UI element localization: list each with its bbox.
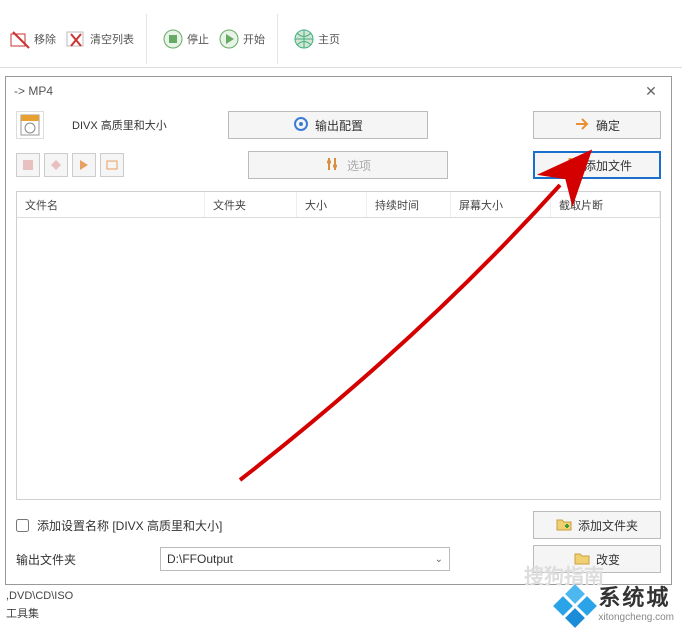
output-folder-label: 输出文件夹 [16,551,86,568]
folder-icon [574,550,590,569]
side-category-labels: ,DVD\CD\ISO 工具集 [6,587,73,623]
confirm-button[interactable]: 确定 [533,111,661,139]
stop-label: 停止 [187,31,209,47]
col-duration[interactable]: 持续时间 [367,192,451,217]
add-file-button[interactable]: 添加文件 [533,151,661,179]
add-setting-label: 添加设置名称 [DIVX 高质里和大小] [37,517,222,534]
file-table: 文件名 文件夹 大小 持续时间 屏幕大小 截取片断 [16,191,661,500]
mini-btn-1[interactable] [16,153,40,177]
profile-file-icon [16,111,44,139]
add-folder-label: 添加文件夹 [578,517,638,534]
profile-label: DIVX 高质里和大小 [72,117,202,133]
options-icon [325,156,341,175]
options-label: 选项 [347,157,371,174]
chevron-down-icon: ⌄ [435,554,443,565]
play-icon [217,27,241,51]
output-folder-value: D:\FFOutput [167,552,233,566]
start-button[interactable]: 开始 [213,23,269,55]
clear-icon [64,27,88,51]
stop-icon [161,27,185,51]
table-header: 文件名 文件夹 大小 持续时间 屏幕大小 截取片断 [17,192,660,218]
options-button[interactable]: 选项 [248,151,448,179]
clear-label: 清空列表 [90,31,134,47]
gear-icon [293,116,309,135]
add-setting-checkbox[interactable] [16,519,29,532]
convert-dialog: -> MP4 ✕ DIVX 高质里和大小 输出配置 确定 [5,76,672,585]
remove-label: 移除 [34,31,56,47]
change-label: 改变 [596,551,620,568]
remove-icon [8,27,32,51]
col-clip[interactable]: 截取片断 [551,192,660,217]
output-config-button[interactable]: 输出配置 [228,111,428,139]
watermark: 搜狗指南 系统城 xitongcheng.com [558,580,674,623]
output-config-label: 输出配置 [315,117,363,134]
watermark-url: xitongcheng.com [598,612,674,623]
plus-icon [562,156,578,175]
home-button[interactable]: 主页 [288,23,344,55]
arrow-right-icon [574,116,590,135]
mini-btn-3[interactable] [72,153,96,177]
change-folder-button[interactable]: 改变 [533,545,661,573]
mini-btn-2[interactable] [44,153,68,177]
add-file-label: 添加文件 [584,157,632,174]
remove-button[interactable]: 移除 [4,23,60,55]
home-label: 主页 [318,31,340,47]
close-button[interactable]: ✕ [639,79,663,103]
col-filename[interactable]: 文件名 [17,192,205,217]
clear-list-button[interactable]: 清空列表 [60,23,138,55]
watermark-logo-icon [558,589,592,623]
dialog-title: -> MP4 [14,84,53,98]
confirm-label: 确定 [596,117,620,134]
folder-plus-icon [556,516,572,535]
start-label: 开始 [243,31,265,47]
globe-icon [292,27,316,51]
col-screen[interactable]: 屏幕大小 [451,192,551,217]
col-folder[interactable]: 文件夹 [205,192,297,217]
add-folder-button[interactable]: 添加文件夹 [533,511,661,539]
table-body[interactable] [17,218,660,499]
stop-button[interactable]: 停止 [157,23,213,55]
output-folder-select[interactable]: D:\FFOutput ⌄ [160,547,450,571]
side-line-2: 工具集 [6,605,73,623]
side-line-1: ,DVD\CD\ISO [6,587,73,605]
mini-btn-4[interactable] [100,153,124,177]
col-size[interactable]: 大小 [297,192,367,217]
close-icon: ✕ [645,83,657,100]
